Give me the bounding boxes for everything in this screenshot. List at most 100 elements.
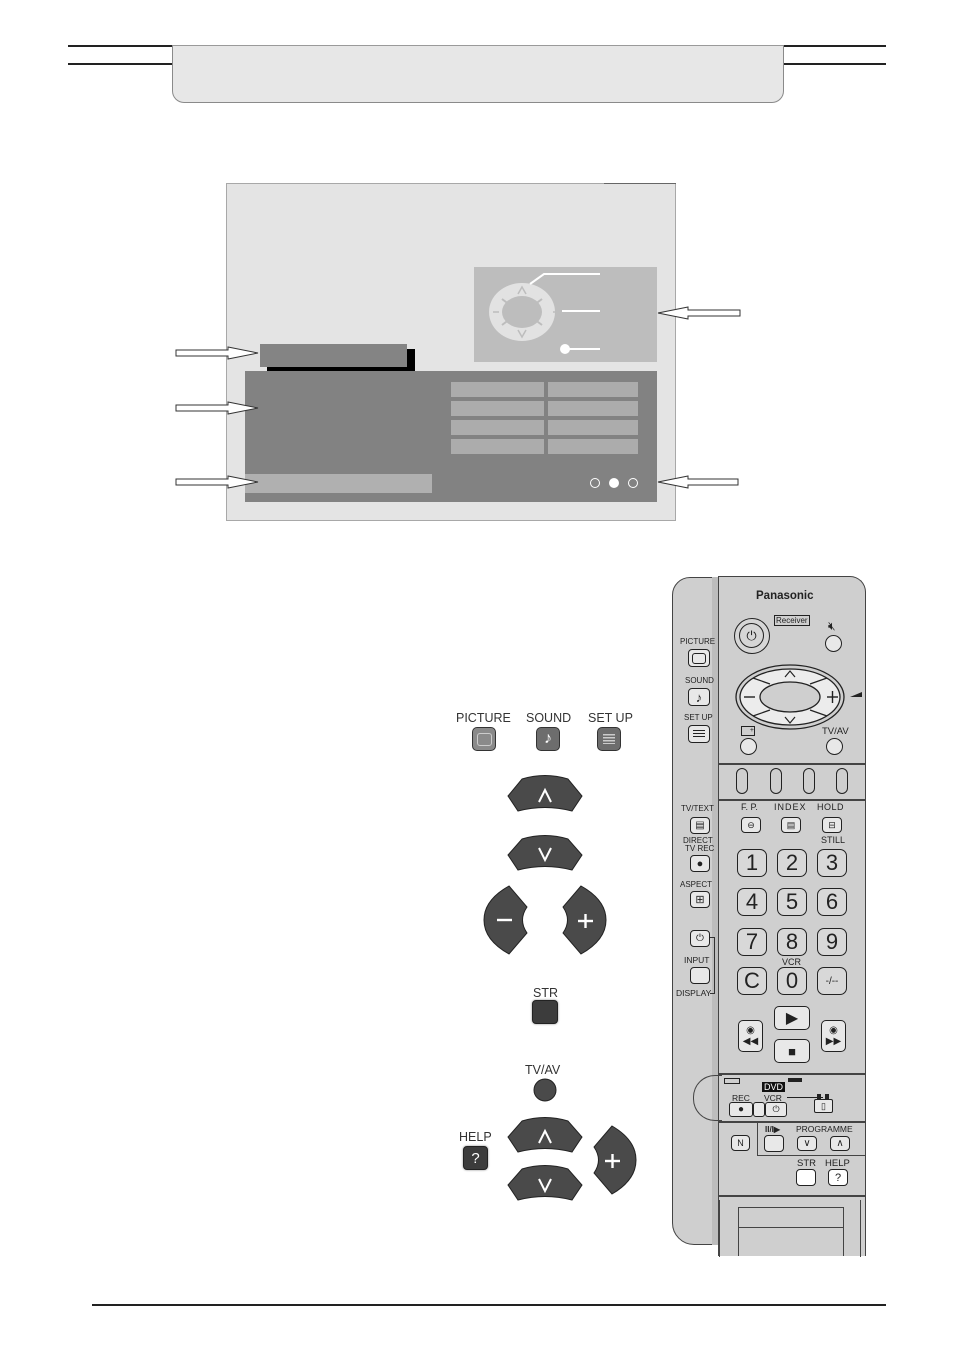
vcr-rec-button[interactable]: ● [729, 1102, 753, 1117]
side-setup-button[interactable] [688, 725, 710, 743]
list-icon [693, 729, 705, 739]
index-button[interactable]: ▤ [781, 817, 801, 833]
tvav-label: TV/AV [525, 1063, 561, 1077]
fast-forward-button[interactable]: ◉ ▶▶ [821, 1020, 846, 1052]
vcr-power-button[interactable]: ⏻ [765, 1102, 787, 1117]
side-sound-label: SOUND [685, 676, 714, 685]
rewind-button[interactable]: ◉ ◀◀ [738, 1020, 763, 1052]
picture-icon [692, 652, 706, 664]
vcr-blank-button[interactable] [753, 1102, 765, 1117]
power-button[interactable]: ⏻ [734, 618, 770, 654]
input-display-button[interactable] [690, 967, 710, 984]
menu-item-cell [548, 420, 638, 435]
menu-item-cell [548, 439, 638, 454]
remote-tvav-label: TV/AV [822, 726, 849, 737]
pause-slow-button[interactable] [764, 1135, 784, 1152]
key-4[interactable]: 4 [737, 888, 767, 916]
remote-help-button[interactable]: ? [828, 1169, 848, 1186]
key-0[interactable]: 0 [777, 967, 807, 995]
page-indicator-dot-active [609, 478, 619, 488]
key-9[interactable]: 9 [817, 928, 847, 956]
key-c[interactable]: C [737, 967, 767, 995]
play-button[interactable]: ▶ [774, 1006, 810, 1030]
remote-divider [719, 763, 865, 765]
setup-button[interactable] [597, 727, 621, 751]
rewind-icon: ◀◀ [742, 1036, 759, 1047]
picture-button[interactable] [472, 727, 496, 751]
aspect-button[interactable]: ⊞ [690, 891, 710, 908]
down-button [507, 835, 583, 871]
side-setup-label: SET UP [684, 713, 713, 722]
remote-str-label: STR [797, 1158, 816, 1169]
menu-item-cell [548, 382, 638, 397]
skip-back-icon: ◉ [746, 1025, 755, 1036]
stop-button[interactable]: ■ [774, 1039, 810, 1063]
remote-help-label: HELP [825, 1158, 850, 1169]
remote-str-button[interactable] [796, 1169, 816, 1186]
down-button-2 [507, 1165, 583, 1201]
status-bar [245, 474, 432, 493]
picture-label: PICTURE [456, 711, 511, 725]
index-label: INDEX [774, 802, 807, 812]
help-panel [474, 267, 657, 362]
help-icon: ? [471, 1149, 480, 1167]
page-indicator-dot [628, 478, 638, 488]
down-arrow-icon [538, 847, 552, 863]
pip-button[interactable] [740, 738, 757, 755]
hold-button[interactable]: ⊟ [822, 817, 842, 833]
fast-forward-icon: ▶▶ [825, 1036, 842, 1047]
key-5[interactable]: 5 [777, 888, 807, 916]
tvrec-label: TV REC [685, 844, 715, 853]
tvtext-label: TV/TEXT [681, 804, 714, 813]
slot-indicator [724, 1078, 740, 1084]
screen-top-edge-accent [604, 183, 676, 184]
fp-button[interactable]: ⊖ [741, 817, 761, 833]
str-button[interactable] [532, 1000, 558, 1024]
bracket-line [710, 937, 715, 994]
sound-button[interactable]: ♪ [536, 727, 560, 751]
list-icon [603, 734, 615, 744]
programme-down-button[interactable]: ∨ [797, 1136, 817, 1151]
menu-item-cell [451, 439, 544, 454]
oval-key[interactable] [770, 768, 782, 794]
n-button[interactable]: N [731, 1135, 750, 1151]
setup-label: SET UP [588, 711, 633, 725]
str-label: STR [533, 986, 558, 1000]
key-7[interactable]: 7 [737, 928, 767, 956]
footer-rule [92, 1304, 886, 1306]
fp-label: F. P. [741, 802, 758, 812]
display-label: DISPLAY [676, 988, 712, 998]
key-8[interactable]: 8 [777, 928, 807, 956]
oval-key[interactable] [736, 768, 748, 794]
oval-key[interactable] [836, 768, 848, 794]
side-power-button[interactable]: ⏻ [690, 930, 710, 947]
side-sound-button[interactable]: ♪ [688, 688, 710, 706]
key-1[interactable]: 1 [737, 849, 767, 877]
sound-label: SOUND [526, 711, 572, 725]
remote-divider [719, 1073, 865, 1075]
direct-tv-rec-button[interactable]: ● [690, 855, 710, 872]
slot-indicator-dark [788, 1078, 802, 1082]
key-digit-toggle[interactable]: -/-- [817, 967, 847, 995]
plus-button [562, 885, 607, 955]
side-picture-button[interactable] [688, 649, 710, 667]
key-3[interactable]: 3 [817, 849, 847, 877]
key-6[interactable]: 6 [817, 888, 847, 916]
stop-icon: ■ [788, 1043, 796, 1059]
input-label: INPUT [684, 955, 710, 965]
aspect-label: ASPECT [680, 880, 713, 889]
programme-up-button[interactable]: ∧ [830, 1136, 850, 1151]
programme-label: PROGRAMME [796, 1124, 853, 1134]
dvd-vcr-switch[interactable]: ▯ [814, 1099, 833, 1113]
key-2[interactable]: 2 [777, 849, 807, 877]
plus-icon [578, 914, 593, 928]
help-button[interactable]: ? [463, 1146, 488, 1170]
tvtext-button[interactable]: ▤ [690, 817, 710, 834]
mute-button[interactable] [825, 635, 842, 652]
help-label: HELP [459, 1130, 492, 1144]
oval-key[interactable] [803, 768, 815, 794]
remote-tvav-button[interactable] [826, 738, 843, 755]
remote-bottom-edge [719, 1195, 865, 1197]
chevron-up-icon: ∧ [836, 1138, 844, 1149]
up-arrow-icon [538, 787, 552, 803]
